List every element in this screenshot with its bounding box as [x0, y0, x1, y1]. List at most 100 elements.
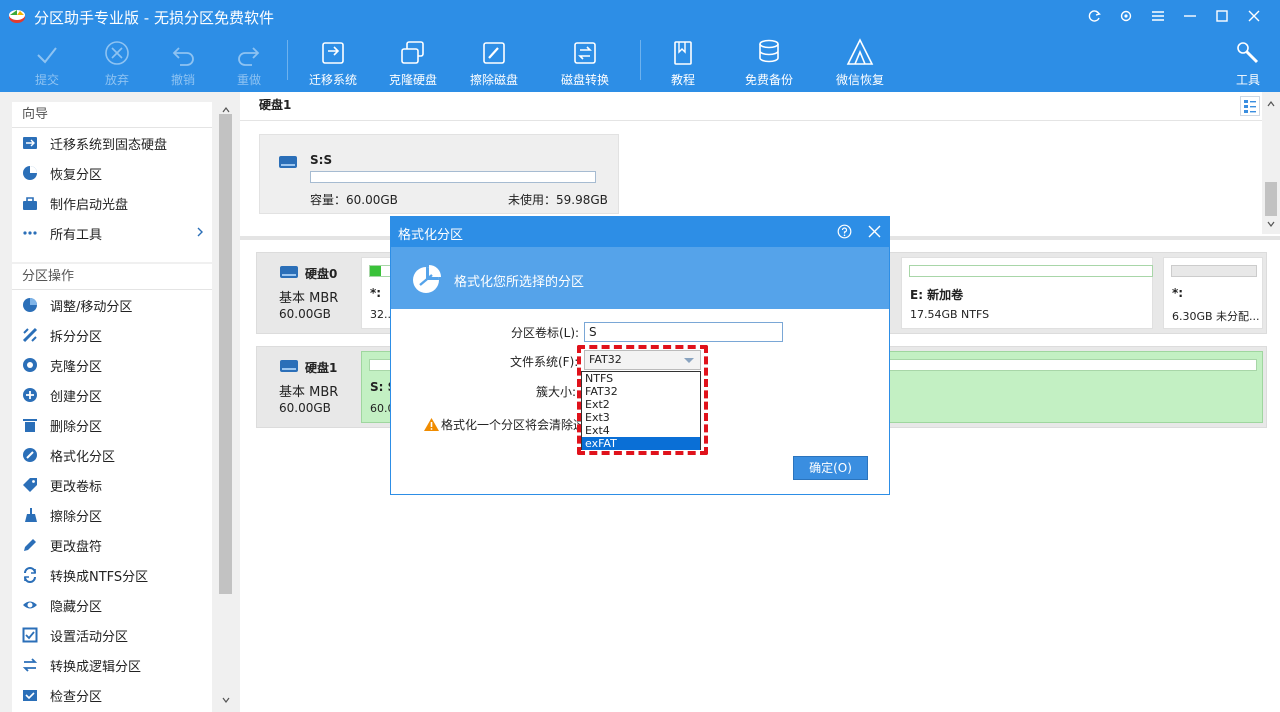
sidebar-item-change-drive-letter[interactable]: 更改盘符	[12, 530, 212, 560]
scroll-up-icon[interactable]	[1267, 96, 1275, 110]
disk-size: 60.00GB	[279, 401, 331, 415]
dialog-close-icon[interactable]	[868, 225, 881, 241]
disk-size: 60.00GB	[279, 307, 331, 321]
wizard-panel: 向导 迁移系统到固态硬盘 恢复分区 制作启动光盘 所有工具	[12, 102, 212, 262]
usage-fill	[370, 266, 382, 276]
scroll-down-icon[interactable]	[222, 692, 230, 706]
sidebar-item-label: 擦除分区	[50, 509, 103, 525]
sidebar-item-all-tools[interactable]: 所有工具	[12, 218, 212, 248]
dialog-header-banner: 格式化您所选择的分区	[391, 247, 889, 309]
volume-label-input[interactable]: S	[584, 322, 783, 342]
swap-arrows-icon	[22, 657, 38, 673]
partition-name: S:S	[310, 153, 333, 167]
wechat-recovery-icon	[845, 32, 875, 66]
toolbar: 提交 放弃 撤销 重做 迁移系统 克隆硬盘 擦除磁盘 磁盘转换 教程 免费备份 …	[0, 32, 1280, 92]
disk-info: 硬盘1 基本 MBR 60.00GB	[257, 347, 357, 427]
wipe-disk-button[interactable]: 擦除磁盘	[459, 32, 529, 92]
check-icon	[35, 32, 59, 66]
sidebar-item-set-active[interactable]: 设置活动分区	[12, 620, 212, 650]
create-icon	[22, 387, 38, 403]
close-icon[interactable]	[1238, 6, 1270, 26]
file-system-label: 文件系统(F):	[510, 355, 579, 369]
wechat-recovery-button[interactable]: 微信恢复	[825, 32, 895, 92]
boot-disc-icon	[22, 195, 38, 211]
volume-label-label: 分区卷标(L):	[511, 326, 580, 340]
view-toggle-icon[interactable]	[1240, 96, 1260, 116]
minimize-icon[interactable]	[1174, 6, 1206, 26]
free-backup-button[interactable]: 免费备份	[734, 32, 804, 92]
disk-name: 硬盘0	[305, 267, 338, 281]
content-scroll-thumb[interactable]	[1265, 182, 1277, 216]
clone-icon	[22, 357, 38, 373]
help-icon[interactable]	[837, 224, 852, 242]
pencil-icon	[22, 537, 38, 553]
sidebar-item-resize-move[interactable]: 调整/移动分区	[12, 290, 212, 320]
wipe-disk-icon	[480, 32, 508, 66]
disk-detail-view: 硬盘1 S:S 容量：60.00GB 未使用：59.98GB	[240, 92, 1262, 232]
sidebar-item-wipe[interactable]: 擦除分区	[12, 500, 212, 530]
sidebar-item-convert-logical[interactable]: 转换成逻辑分区	[12, 650, 212, 680]
sidebar-item-check[interactable]: 检查分区	[12, 680, 212, 710]
disk-convert-button[interactable]: 磁盘转换	[550, 32, 620, 92]
sidebar-item-change-label[interactable]: 更改卷标	[12, 470, 212, 500]
sidebar-item-label: 克隆分区	[50, 359, 103, 375]
disk-type: 基本 MBR	[279, 385, 339, 400]
partition-name: *:	[370, 286, 382, 300]
submit-label: 提交	[34, 73, 59, 87]
clone-disk-button[interactable]: 克隆硬盘	[378, 32, 448, 92]
migrate-os-button[interactable]: 迁移系统	[298, 32, 368, 92]
sidebar-item-format[interactable]: 格式化分区	[12, 440, 212, 470]
migrate-os-label: 迁移系统	[308, 73, 357, 87]
menu-icon[interactable]	[1142, 6, 1174, 26]
sidebar-item-convert-ntfs[interactable]: 转换成NTFS分区	[12, 560, 212, 590]
sidebar-item-label: 更改盘符	[50, 539, 103, 555]
discard-label: 放弃	[104, 73, 129, 87]
partition-card[interactable]: *: 6.30GB 未分配...	[1163, 257, 1263, 329]
settings-icon[interactable]	[1110, 6, 1142, 26]
wechat-recovery-label: 微信恢复	[835, 73, 884, 87]
partition-name: *:	[1172, 286, 1184, 300]
refresh-icon[interactable]	[1078, 6, 1110, 26]
resize-icon	[22, 297, 38, 313]
undo-button[interactable]: 撤销	[148, 32, 218, 92]
maximize-icon[interactable]	[1206, 6, 1238, 26]
dialog-title: 格式化分区	[398, 228, 464, 243]
sidebar-item-label: 检查分区	[50, 689, 103, 705]
tag-icon	[22, 477, 38, 493]
content-scrollbar[interactable]	[1262, 92, 1280, 234]
tools-button[interactable]: 工具	[1213, 32, 1280, 92]
partition-usage-bar	[310, 171, 596, 183]
partition-unused: 未使用：59.98GB	[508, 193, 608, 207]
redo-button[interactable]: 重做	[214, 32, 284, 92]
sidebar-item-migrate-ssd[interactable]: 迁移系统到固态硬盘	[12, 128, 212, 158]
sidebar-item-label: 迁移系统到固态硬盘	[50, 137, 168, 153]
sidebar-item-clone[interactable]: 克隆分区	[12, 350, 212, 380]
sidebar-item-create[interactable]: 创建分区	[12, 380, 212, 410]
sidebar-item-label: 格式化分区	[50, 449, 116, 465]
submit-button[interactable]: 提交	[12, 32, 82, 92]
sidebar-item-recover-partition[interactable]: 恢复分区	[12, 158, 212, 188]
sidebar-item-label: 转换成逻辑分区	[50, 659, 142, 675]
disk-convert-label: 磁盘转换	[560, 73, 609, 87]
hide-icon	[22, 597, 38, 613]
partition-capacity: 容量：60.00GB	[310, 193, 398, 207]
sidebar-item-boot-disc[interactable]: 制作启动光盘	[12, 188, 212, 218]
drive-icon	[278, 155, 298, 172]
sidebar-item-delete[interactable]: 删除分区	[12, 410, 212, 440]
sidebar-item-split[interactable]: 拆分分区	[12, 320, 212, 350]
operations-heading: 分区操作	[12, 264, 212, 290]
sidebar-item-label: 设置活动分区	[50, 629, 129, 645]
dialog-title-bar: 格式化分区	[391, 217, 889, 247]
sidebar-item-hide[interactable]: 隐藏分区	[12, 590, 212, 620]
sidebar-scroll-thumb[interactable]	[219, 114, 232, 594]
warning-text: 格式化一个分区将会清除这	[441, 418, 586, 432]
tutorial-button[interactable]: 教程	[648, 32, 718, 92]
partition-card[interactable]: E: 新加卷 17.54GB NTFS	[901, 257, 1153, 329]
cancel-icon	[104, 32, 130, 66]
hard-disk-icon	[279, 265, 299, 282]
scroll-down-icon[interactable]	[1267, 216, 1275, 230]
ok-button[interactable]: 确定(O)	[793, 456, 868, 480]
sidebar-scrollbar[interactable]	[219, 100, 232, 710]
discard-button[interactable]: 放弃	[82, 32, 152, 92]
partition-card-s[interactable]: S:S 容量：60.00GB 未使用：59.98GB	[259, 134, 619, 214]
